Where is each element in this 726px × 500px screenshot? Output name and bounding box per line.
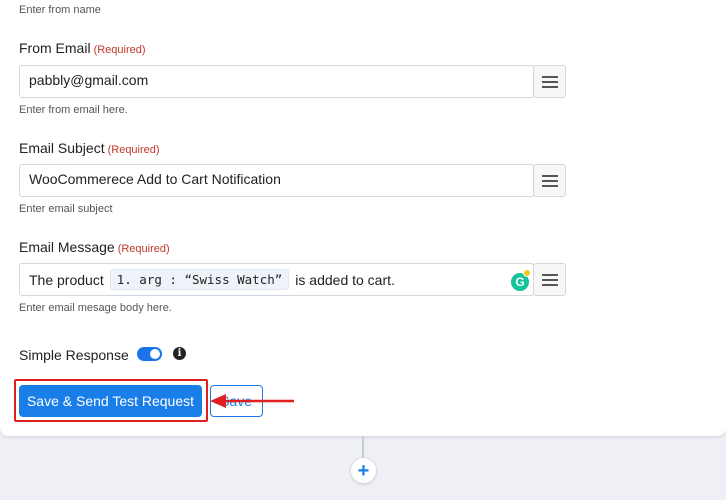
plus-icon: +: [357, 459, 370, 482]
hamburger-menu-icon: [541, 174, 558, 187]
save-and-send-test-request-button[interactable]: Save & Send Test Request: [19, 385, 202, 417]
email-subject-input[interactable]: WooCommerece Add to Cart Notification: [19, 164, 534, 197]
email-message-required: (Required): [117, 243, 170, 255]
simple-response-toggle[interactable]: [137, 347, 162, 361]
from-email-required: (Required): [93, 44, 146, 56]
from-email-menu-button[interactable]: [533, 65, 566, 98]
hamburger-menu-icon: [541, 273, 558, 286]
email-subject-required: (Required): [107, 144, 160, 156]
email-subject-label-text: Email Subject: [19, 140, 105, 156]
email-message-text-before: The product: [29, 271, 104, 288]
email-message-text-after: is added to cart.: [295, 271, 395, 288]
email-subject-menu-button[interactable]: [533, 164, 566, 197]
email-message-label: Email Message (Required): [19, 239, 170, 255]
from-email-label: From Email (Required): [19, 40, 146, 56]
toggle-knob: [150, 349, 160, 359]
email-message-menu-button[interactable]: [533, 263, 566, 296]
simple-response-label: Simple Response: [19, 347, 129, 363]
action-form-card: Enter from name From Email (Required) pab…: [0, 0, 726, 436]
info-icon[interactable]: i: [173, 347, 186, 360]
email-message-hint: Enter email mesage body here.: [19, 302, 172, 314]
mapped-field-chip[interactable]: 1. arg : “Swiss Watch”: [109, 269, 290, 290]
email-message-input[interactable]: The product 1. arg : “Swiss Watch” is ad…: [19, 263, 534, 296]
grammarly-status-dot: [523, 269, 531, 277]
from-email-hint: Enter from email here.: [19, 104, 128, 116]
email-message-label-text: Email Message: [19, 239, 115, 255]
add-step-button[interactable]: +: [350, 457, 377, 484]
email-subject-label: Email Subject (Required): [19, 140, 160, 156]
from-email-input[interactable]: pabbly@gmail.com: [19, 65, 534, 98]
email-subject-hint: Enter email subject: [19, 203, 113, 215]
annotation-arrow-icon: [210, 394, 294, 408]
hamburger-menu-icon: [541, 75, 558, 88]
from-name-hint: Enter from name: [19, 4, 101, 16]
from-email-label-text: From Email: [19, 40, 91, 56]
workflow-connector-line: [362, 436, 364, 458]
